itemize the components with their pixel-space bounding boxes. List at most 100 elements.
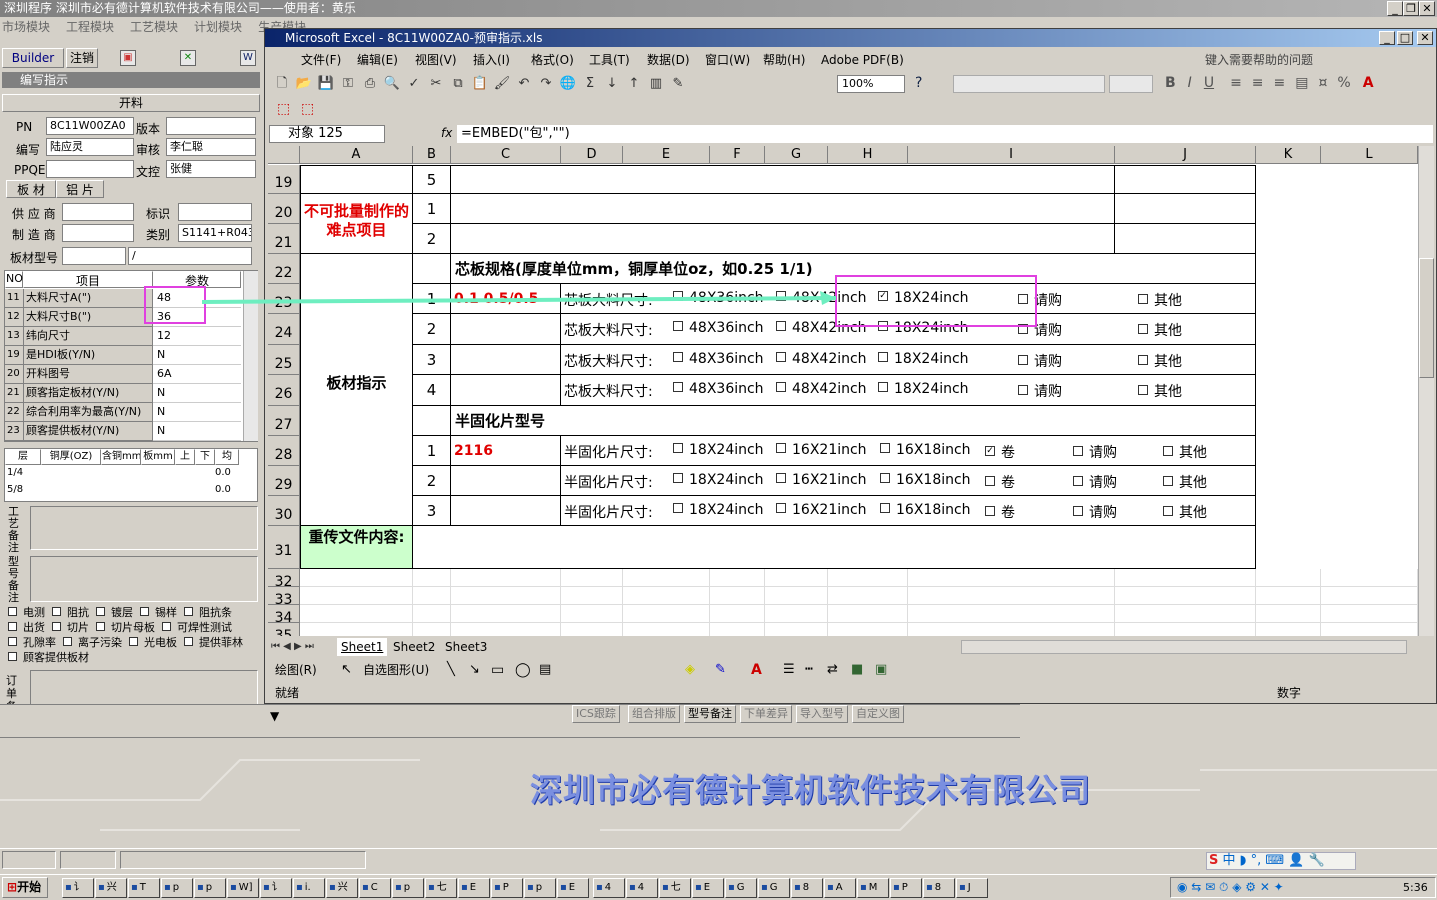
taskbar-item[interactable]: ▪ i. (293, 878, 325, 898)
report-checkbox[interactable]: 阻抗 (52, 604, 89, 620)
checkbox-box[interactable] (1163, 506, 1173, 516)
core-option-checkbox[interactable]: 48X42inch (776, 351, 867, 367)
taskbar-item[interactable]: ▪ E (557, 878, 589, 898)
taskbar-item[interactable]: ▪ 8 (791, 878, 823, 898)
punct-icon[interactable]: ◗ °, ⌨ 👤 🔧 (1240, 853, 1325, 868)
report-checkbox[interactable]: 光电板 (129, 634, 177, 650)
pp-option-checkbox[interactable]: 16X18inch (880, 442, 971, 458)
sum-icon[interactable]: Σ (579, 73, 601, 95)
row-header[interactable]: 19 (268, 165, 300, 194)
cell-merged-content[interactable] (451, 224, 1115, 254)
row-header[interactable]: 33 (268, 587, 300, 608)
doc-field[interactable]: 张健 (166, 160, 256, 178)
bold-icon[interactable]: B (1165, 75, 1176, 91)
checkbox-box[interactable] (8, 651, 17, 661)
menu-tools[interactable]: 工具(T) (589, 49, 630, 71)
taskbar-item[interactable]: ▪ 兴 (95, 878, 127, 898)
fx-icon[interactable]: fx (441, 126, 452, 140)
cell-j[interactable] (1115, 224, 1256, 254)
pp-option-checkbox[interactable]: 16X21inch (776, 472, 867, 488)
checkbox-box[interactable] (162, 621, 171, 631)
sogou-icon[interactable]: S (1209, 853, 1218, 868)
checkbox-box[interactable] (8, 636, 17, 646)
name-box[interactable]: 对象 125 (269, 125, 385, 143)
row-header[interactable]: 26 (268, 375, 300, 406)
pp-row-number[interactable]: 2 (413, 466, 451, 496)
core-option-checkbox[interactable]: 其他 (1138, 320, 1182, 340)
column-header[interactable]: E (623, 146, 710, 164)
logout-button[interactable]: 注销 (66, 48, 98, 68)
taskbar-item[interactable]: ▪ 讠 (260, 878, 292, 898)
checkbox-box[interactable] (776, 473, 786, 483)
maker-field[interactable] (62, 224, 134, 242)
checkbox-box[interactable] (8, 606, 17, 616)
sheet-tab-2[interactable]: Sheet2 (389, 638, 439, 656)
reviewer-field[interactable]: 李仁聪 (166, 138, 256, 156)
line-color-icon[interactable]: ✎ (715, 659, 726, 681)
arrow-icon[interactable]: ↘ (469, 659, 480, 681)
report-checkbox[interactable]: 电测 (8, 604, 45, 620)
checkbox-box[interactable] (1138, 324, 1148, 334)
pdf-icon[interactable]: ⬚ (277, 101, 290, 117)
autoshape-menu-button[interactable]: 自选图形(U) (363, 659, 429, 681)
cell-j[interactable] (1115, 194, 1256, 224)
taskbar-item[interactable]: ▪ 4 (626, 878, 658, 898)
cell-b27[interactable] (413, 406, 451, 436)
horizontal-scrollbar[interactable] (961, 640, 1407, 654)
save-icon[interactable]: 💾 (315, 73, 337, 95)
core-option-checkbox[interactable]: 请购 (1018, 351, 1062, 371)
checkbox-box[interactable] (63, 636, 72, 646)
checkbox-box[interactable] (96, 621, 105, 631)
process-note-field[interactable] (30, 506, 258, 550)
taskbar-item[interactable]: ▪ G (725, 878, 757, 898)
align-right-icon[interactable]: ≡ (1274, 75, 1286, 91)
report-checkbox[interactable]: 可焊性测试 (162, 619, 232, 635)
checkbox-box[interactable] (96, 606, 105, 616)
format-painter-icon[interactable]: 🖌 (491, 73, 513, 95)
italic-icon[interactable]: I (1188, 75, 1192, 91)
open-icon[interactable]: 📂 (293, 73, 315, 95)
percent-icon[interactable]: % (1337, 75, 1350, 91)
sheet-tab-1[interactable]: Sheet1 (337, 638, 388, 656)
preview-icon[interactable]: 🔍 (381, 73, 403, 95)
font-color-icon[interactable]: A (1363, 75, 1374, 91)
pp-spec-cell[interactable]: 2116 (451, 436, 561, 466)
row-header[interactable]: 35 (268, 623, 300, 636)
taskbar-item[interactable]: ▪ 七 (659, 878, 691, 898)
cell-j[interactable] (1115, 165, 1256, 194)
row-header[interactable]: 27 (268, 406, 300, 436)
ppqe-field[interactable] (46, 160, 134, 178)
vertical-scroll-thumb[interactable] (1419, 258, 1434, 378)
cell-a19[interactable] (300, 165, 413, 194)
draw-menu-button[interactable]: 绘图(R) (275, 659, 317, 681)
pp-option-checkbox[interactable]: 16X21inch (776, 502, 867, 518)
select-arrow-icon[interactable]: ↖ (341, 659, 352, 681)
menu-file[interactable]: 文件(F) (301, 49, 341, 71)
help-icon[interactable]: ? (915, 75, 922, 91)
checkbox-box[interactable] (1073, 446, 1083, 456)
currency-icon[interactable]: ¤ (1319, 75, 1328, 91)
taskbar-item[interactable]: ▪ 七 (425, 878, 457, 898)
copy-icon[interactable]: ⧉ (447, 73, 469, 95)
model-value-field[interactable]: / (128, 247, 252, 265)
draw-font-color-icon[interactable]: A (751, 659, 762, 681)
cell-b-number[interactable]: 2 (413, 224, 451, 254)
underline-icon[interactable]: U (1204, 75, 1214, 91)
checkbox-box[interactable] (776, 321, 786, 331)
column-header[interactable]: C (451, 146, 561, 164)
core-option-checkbox[interactable]: 18X24inch (878, 381, 969, 397)
outer-minimize-button[interactable]: _ (1387, 1, 1403, 16)
column-header[interactable]: G (765, 146, 828, 164)
core-option-checkbox[interactable]: 48X36inch (673, 320, 764, 336)
column-header[interactable]: I (908, 146, 1115, 164)
paste-icon[interactable]: 📋 (469, 73, 491, 95)
row-header[interactable]: 22 (268, 254, 300, 284)
taskbar-item[interactable]: ▪ G (758, 878, 790, 898)
checkbox-box[interactable] (985, 476, 995, 486)
cell-b22[interactable] (413, 254, 451, 284)
builder-button[interactable]: Builder (2, 48, 64, 68)
taskbar-item[interactable]: ▪ p (194, 878, 226, 898)
checkbox-box[interactable] (776, 352, 786, 362)
outer-menu-item[interactable]: 计划模块 (194, 20, 242, 34)
checkbox-box[interactable] (52, 606, 61, 616)
